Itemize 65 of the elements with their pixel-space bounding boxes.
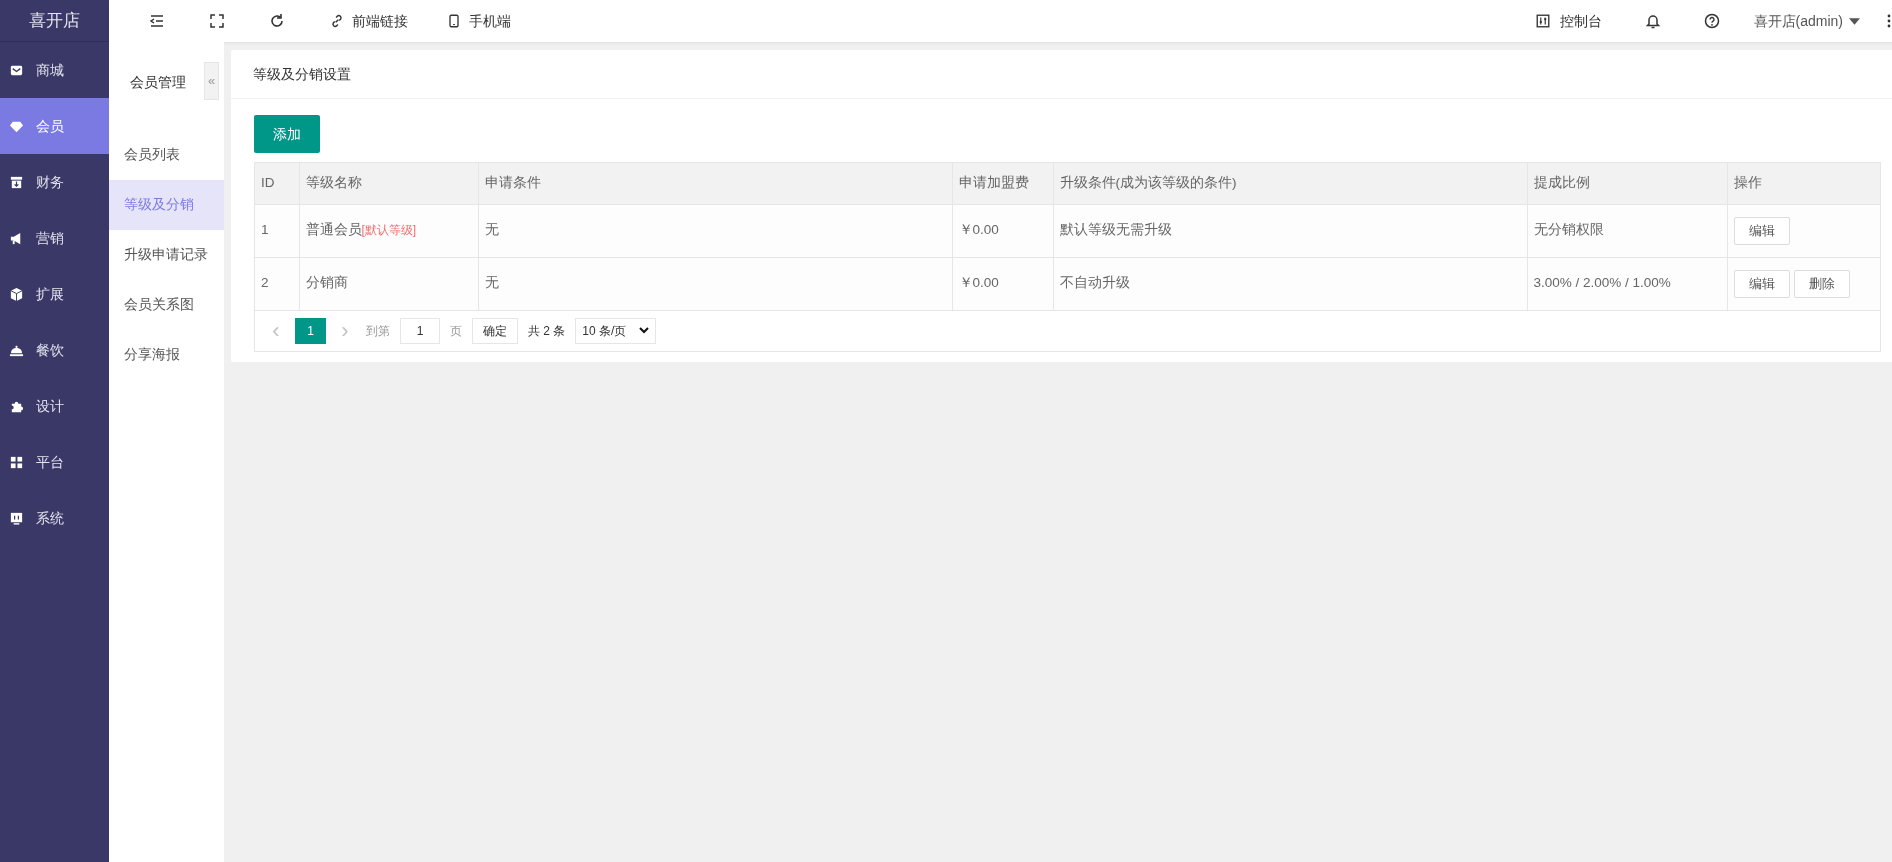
confirm-button[interactable]: 确定 [472, 317, 518, 344]
page-input[interactable]: 1 [400, 317, 440, 344]
sidebar-item[interactable]: 财务 [0, 154, 109, 210]
sidebar-item[interactable]: 会员 [0, 98, 109, 154]
page-size-select[interactable]: 10 条/页 [575, 317, 657, 344]
table-cell: 3.00% / 2.00% / 1.00% [1527, 257, 1727, 310]
phone-icon [446, 13, 462, 29]
add-button[interactable]: 添加 [254, 115, 320, 153]
sidebar-item[interactable]: 营销 [0, 210, 109, 266]
default-tag: [默认等级] [361, 223, 417, 238]
sidebar-item[interactable]: 扩展 [0, 266, 109, 322]
column-header: ID [255, 163, 299, 204]
user-menu[interactable]: 喜开店(admin) [1753, 0, 1860, 42]
action-button[interactable]: 删除 [1793, 269, 1850, 298]
action-button[interactable]: 编辑 [1733, 269, 1790, 298]
subnav-item[interactable]: 升级申请记录 [109, 230, 224, 280]
subnav-item[interactable]: 分享海报 [109, 330, 224, 380]
page-button[interactable]: 1 [295, 317, 326, 344]
sidebar-item[interactable]: 系统 [0, 490, 109, 546]
table-cell: ￥0.00 [952, 204, 1053, 257]
toolbar-link[interactable]: 手机端 [432, 0, 525, 42]
panel-title: 等级及分销设置 [231, 50, 1892, 99]
table-cell: 1 [255, 204, 299, 257]
table-cell: 2 [255, 257, 299, 310]
sidebar-item[interactable]: 平台 [0, 434, 109, 490]
total-count: 共 2 条 [528, 322, 566, 340]
toolbar-link[interactable]: 前端链接 [315, 0, 422, 42]
table-cell: 默认等级无需升级 [1053, 204, 1527, 257]
table-cell: 无 [478, 204, 952, 257]
column-header: 提成比例 [1527, 163, 1727, 204]
sidebar-item[interactable]: 商城 [0, 42, 109, 98]
help-icon [1702, 12, 1721, 30]
table-cell: 无分销权限 [1527, 204, 1727, 257]
level-name: 普通会员 [305, 222, 362, 238]
refresh-icon [268, 12, 286, 30]
indent-icon [148, 12, 166, 30]
bell-icon [1643, 12, 1662, 30]
sliders-icon [1534, 13, 1551, 29]
sidebar-item[interactable]: 设计 [0, 378, 109, 434]
subnav-item[interactable]: 会员列表 [109, 130, 224, 180]
column-header: 申请条件 [478, 163, 952, 204]
goto-label: 到第 [366, 322, 390, 340]
table-cell: 不自动升级 [1053, 257, 1527, 310]
table-cell: ￥0.00 [952, 257, 1053, 310]
cube-icon [9, 286, 24, 302]
table-cell: 无 [478, 257, 952, 310]
level-name: 分销商 [305, 275, 348, 291]
column-header: 升级条件(成为该等级的条件) [1053, 163, 1527, 204]
more-vertical-icon [1887, 14, 1891, 28]
column-header: 申请加盟费 [952, 163, 1053, 204]
column-header: 操作 [1727, 163, 1880, 204]
sidebar-item[interactable]: 餐饮 [0, 322, 109, 378]
action-button[interactable]: 编辑 [1733, 216, 1790, 245]
box-icon [9, 174, 24, 190]
fullscreen-icon [208, 12, 226, 30]
caret-icon [1849, 17, 1860, 25]
chevron-down-icon [639, 327, 650, 334]
subnav-item[interactable]: 会员关系图 [109, 280, 224, 330]
grid-icon [9, 454, 24, 470]
link-icon [329, 13, 345, 29]
subnav-title: 会员管理 [130, 72, 186, 92]
monitor-icon [9, 510, 24, 526]
page-label: 页 [450, 322, 462, 340]
toolbar-link[interactable]: 控制台 [1522, 0, 1614, 42]
column-header: 等级名称 [299, 163, 478, 204]
